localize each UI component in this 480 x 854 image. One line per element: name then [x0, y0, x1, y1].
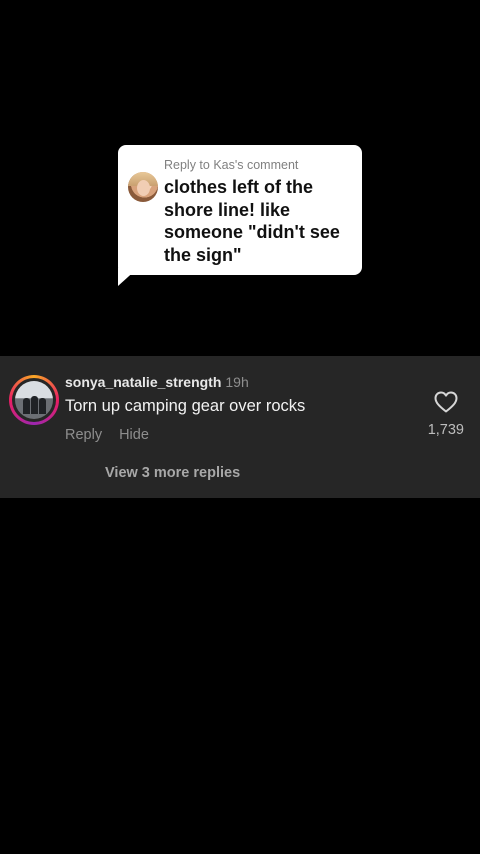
comment-author[interactable]: sonya_natalie_strength 19h	[65, 374, 249, 390]
commenter-avatar	[128, 172, 158, 202]
reply-bubble-tail	[118, 268, 138, 286]
view-more-replies-button[interactable]: View 3 more replies	[105, 465, 240, 481]
comment-text: Torn up camping gear over rocks	[65, 397, 306, 415]
comment-actions: Reply Hide	[65, 427, 149, 443]
hide-button[interactable]: Hide	[119, 427, 149, 443]
username[interactable]: sonya_natalie_strength	[65, 374, 221, 390]
reply-button[interactable]: Reply	[65, 427, 102, 443]
comment-panel: sonya_natalie_strength 19h Torn up campin…	[0, 356, 480, 498]
heart-outline-icon[interactable]	[434, 391, 458, 413]
comment-timestamp: 19h	[225, 374, 249, 390]
reply-bubble-text: clothes left of the shore line! like som…	[164, 177, 340, 265]
reply-bubble: Reply to Kas's comment clothes left of t…	[118, 145, 362, 275]
user-avatar[interactable]	[9, 375, 59, 425]
reply-bubble-header: Reply to Kas's comment	[164, 158, 299, 172]
like-count: 1,739	[427, 422, 464, 438]
